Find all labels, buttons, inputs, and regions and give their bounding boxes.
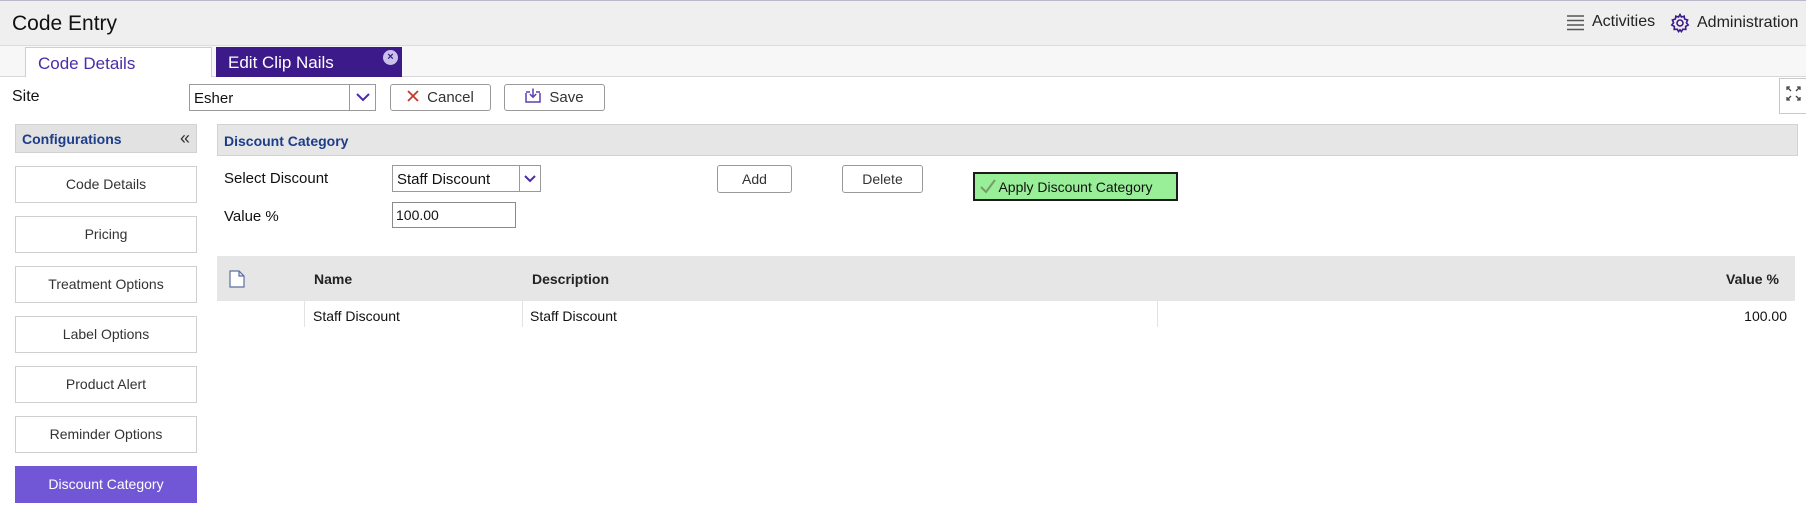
site-label: Site	[12, 88, 40, 105]
cancel-label: Cancel	[427, 89, 474, 106]
table-row[interactable]: Staff Discount Staff Discount 100.00	[217, 301, 1795, 329]
sidebar-item-product-alert[interactable]: Product Alert	[15, 366, 197, 403]
cell-description: Staff Discount	[530, 308, 617, 324]
collapse-icon[interactable]: «	[180, 128, 190, 149]
cell-value: 100.00	[1744, 308, 1787, 324]
expand-icon	[1785, 86, 1801, 106]
activities-label: Activities	[1592, 13, 1656, 30]
sidebar-item-code-details[interactable]: Code Details	[15, 166, 197, 203]
discount-select-value: Staff Discount	[397, 171, 491, 188]
app-header	[0, 0, 1806, 46]
column-header-name[interactable]: Name	[314, 271, 352, 287]
value-label: Value %	[224, 208, 279, 225]
sidebar-item-discount-category[interactable]: Discount Category	[15, 466, 197, 503]
apply-label: Apply Discount Category	[998, 178, 1153, 195]
sidebar-item-label-options[interactable]: Label Options	[15, 316, 197, 353]
check-icon	[979, 177, 997, 198]
value-input[interactable]	[392, 202, 516, 228]
sidebar-header: Configurations «	[15, 124, 197, 153]
site-select[interactable]: Esher	[189, 84, 376, 111]
chevron-down-icon[interactable]	[519, 166, 540, 191]
activities-link[interactable]: Activities	[1566, 13, 1655, 31]
cancel-button[interactable]: Cancel	[390, 84, 491, 111]
save-icon	[525, 88, 542, 107]
app-title: Code Entry	[12, 12, 118, 35]
discount-select[interactable]: Staff Discount	[392, 165, 541, 192]
select-discount-label: Select Discount	[224, 170, 329, 187]
sidebar-item-pricing[interactable]: Pricing	[15, 216, 197, 253]
panel-header: Discount Category	[217, 124, 1798, 156]
close-icon	[407, 89, 419, 106]
delete-button[interactable]: Delete	[842, 165, 923, 193]
sidebar-title: Configurations	[22, 131, 122, 147]
sidebar-item-treatment-options[interactable]: Treatment Options	[15, 266, 197, 303]
sidebar-item-reminder-options[interactable]: Reminder Options	[15, 416, 197, 453]
fullscreen-button[interactable]	[1779, 78, 1806, 114]
column-header-description[interactable]: Description	[532, 271, 609, 287]
chevron-down-icon[interactable]	[349, 85, 375, 110]
tab-close-icon[interactable]: ×	[383, 50, 398, 65]
add-button[interactable]: Add	[717, 165, 792, 193]
gear-icon	[1670, 13, 1690, 33]
cell-name: Staff Discount	[313, 308, 400, 324]
panel-title: Discount Category	[224, 133, 349, 149]
apply-discount-category-button[interactable]: Apply Discount Category	[973, 172, 1178, 201]
tab-code-details[interactable]: Code Details	[25, 47, 212, 77]
site-select-value: Esher	[194, 90, 234, 107]
administration-link[interactable]: Administration	[1670, 13, 1798, 33]
grid-header: Name Description Value %	[217, 256, 1795, 301]
list-icon	[1566, 14, 1585, 31]
tab-edit-clip-nails[interactable]: Edit Clip Nails	[216, 47, 402, 77]
administration-label: Administration	[1697, 14, 1799, 31]
column-header-value[interactable]: Value %	[1726, 271, 1779, 287]
save-label: Save	[549, 89, 584, 106]
save-button[interactable]: Save	[504, 84, 605, 111]
file-icon[interactable]	[229, 270, 245, 293]
